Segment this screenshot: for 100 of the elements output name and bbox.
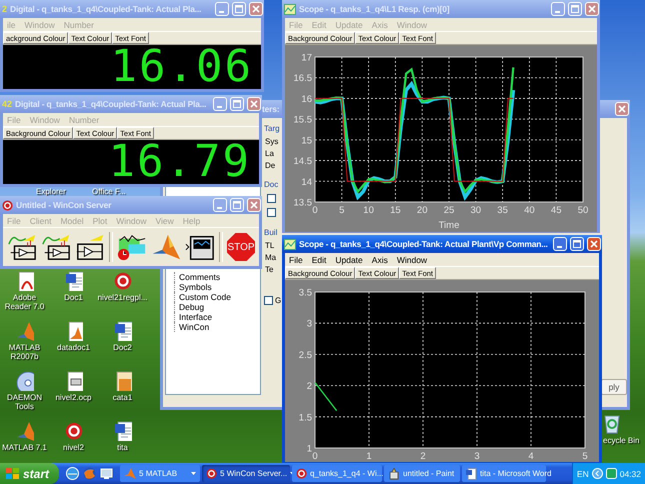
minimize-button[interactable] bbox=[215, 2, 229, 16]
app-icon: 2 bbox=[2, 4, 8, 14]
paint-jar-icon bbox=[388, 468, 400, 480]
desktop-icon-label: Doc2 bbox=[113, 343, 132, 352]
apply-button[interactable]: ply bbox=[601, 379, 627, 395]
desktop-icon-label: tita bbox=[117, 443, 128, 452]
axis-tick-label: 0 bbox=[312, 451, 318, 462]
minimize-button[interactable] bbox=[213, 97, 227, 111]
axis-tick-label: 16 bbox=[301, 94, 312, 105]
axis-tick-label: 45 bbox=[550, 205, 562, 216]
document-icon bbox=[466, 468, 478, 480]
window-title: Scope - q_tanks_1_q4\L1 Resp. (cm)[0] bbox=[299, 4, 450, 14]
window-title: Digital - q_tanks_1_q4\Coupled-Tank: Actual Pla... bbox=[10, 4, 202, 14]
axis-tick-label: 15 bbox=[390, 205, 401, 216]
close-button[interactable] bbox=[615, 102, 629, 116]
checkbox[interactable] bbox=[267, 194, 276, 203]
close-button[interactable] bbox=[247, 198, 261, 212]
axis-tick-label: 10 bbox=[363, 205, 374, 216]
close-icon bbox=[588, 5, 596, 13]
stop-button[interactable]: STOP bbox=[227, 233, 255, 261]
graph-amplifier-icon[interactable] bbox=[41, 232, 71, 262]
axis-tick-label: 17 bbox=[301, 52, 312, 64]
document-icon[interactable] bbox=[114, 421, 132, 441]
digital-readout: 16.79 bbox=[108, 140, 251, 184]
axis-tick-label: 15 bbox=[301, 135, 312, 146]
amplifier-icon[interactable] bbox=[75, 232, 105, 262]
desktop-icon-label: MATLAB 7.1 bbox=[2, 443, 47, 452]
close-button[interactable] bbox=[249, 2, 263, 16]
tree-item[interactable]: Symbols bbox=[174, 282, 212, 292]
close-button[interactable] bbox=[247, 97, 261, 111]
taskbar-button[interactable]: 5 MATLAB bbox=[120, 465, 200, 482]
close-icon bbox=[590, 240, 598, 248]
flag-icon bbox=[6, 468, 19, 480]
axis-tick-label: 20 bbox=[416, 205, 428, 216]
document-icon[interactable] bbox=[114, 321, 132, 341]
group-heading: Targ bbox=[264, 123, 280, 135]
checkbox[interactable] bbox=[267, 208, 276, 217]
maximize-button[interactable] bbox=[568, 2, 582, 16]
menu-item[interactable]: Axis bbox=[372, 254, 388, 264]
graph-amplifier-icon[interactable] bbox=[7, 232, 37, 262]
field-label: La bbox=[264, 148, 274, 159]
maximize-icon bbox=[233, 100, 241, 108]
tree-item[interactable]: Comments bbox=[174, 272, 220, 282]
window-title: Digital - q_tanks_1_q4\Coupled-Tank: Actual Pla... bbox=[15, 99, 208, 109]
document-icon[interactable] bbox=[64, 271, 82, 291]
pdf-document-icon[interactable] bbox=[16, 271, 34, 291]
file-icon[interactable] bbox=[64, 371, 82, 391]
field-label: Ma bbox=[264, 252, 276, 263]
image-file-icon[interactable] bbox=[114, 371, 132, 391]
axis-tick-label: 2 bbox=[420, 451, 426, 462]
maximize-button[interactable] bbox=[570, 237, 584, 251]
close-icon bbox=[250, 100, 258, 108]
globe-icon[interactable] bbox=[66, 467, 80, 480]
tree-item[interactable]: WinCon bbox=[174, 322, 210, 332]
menu-item[interactable]: File bbox=[289, 254, 303, 264]
taskbar-button[interactable]: q_tanks_1_q4 - Wi... bbox=[292, 465, 382, 482]
desktop-icon-label: DAEMON Tools bbox=[6, 393, 44, 411]
tray-app-icon[interactable] bbox=[606, 468, 617, 479]
taskbar-button[interactable]: 5 WinCon Server... bbox=[202, 465, 290, 482]
checkbox[interactable] bbox=[264, 296, 273, 305]
axis-tick-label: 1 bbox=[306, 444, 312, 454]
desktop-icon-label: Doc1 bbox=[64, 293, 83, 302]
tree-item[interactable]: Debug bbox=[174, 302, 204, 312]
tree-item[interactable]: Interface bbox=[174, 312, 212, 322]
menu-item[interactable]: Window bbox=[396, 254, 428, 264]
ring-icon[interactable] bbox=[64, 421, 82, 441]
start-button[interactable]: start bbox=[0, 463, 60, 484]
axis-tick-label: 15.5 bbox=[294, 114, 312, 126]
close-icon bbox=[252, 5, 260, 13]
group-heading: Buil bbox=[264, 227, 278, 239]
desktop-icon-label: ecycle Bin bbox=[603, 436, 640, 445]
checkbox-label: G bbox=[275, 296, 282, 305]
desktop-icon[interactable] bbox=[100, 467, 114, 480]
app-icon: 42 bbox=[2, 99, 12, 109]
minimize-button[interactable] bbox=[551, 2, 565, 16]
ring-icon bbox=[296, 468, 308, 479]
taskbar-button[interactable]: untitled - Paint bbox=[384, 465, 460, 482]
axis-tick-label: 16.5 bbox=[294, 73, 312, 84]
task-label: 5 MATLAB bbox=[139, 469, 178, 478]
menu-item[interactable]: Edit bbox=[312, 254, 326, 264]
axis-tick-label: 25 bbox=[444, 205, 454, 216]
desktop-icon-label: cata1 bbox=[112, 393, 132, 402]
window-title: Scope - q_tanks_1_q4\Coupled-Tank: Actual Plant\Vp Comman... bbox=[299, 239, 549, 249]
menu-item[interactable]: Update bbox=[335, 254, 363, 264]
minimize-button[interactable] bbox=[553, 237, 567, 251]
maximize-button[interactable] bbox=[232, 2, 246, 16]
close-button[interactable] bbox=[587, 237, 601, 251]
tree-item[interactable]: Custom Code bbox=[174, 292, 231, 302]
axis-tick-label: 3 bbox=[474, 451, 480, 462]
maximize-icon bbox=[571, 5, 579, 13]
ring-icon[interactable] bbox=[114, 271, 132, 291]
maximize-button[interactable] bbox=[230, 198, 244, 212]
axis-tick-label: 5 bbox=[582, 451, 588, 462]
minimize-button[interactable] bbox=[213, 198, 227, 212]
window-title: Untitled - WinCon Server bbox=[16, 200, 112, 210]
maximize-button[interactable] bbox=[230, 97, 244, 111]
close-button[interactable] bbox=[585, 2, 599, 16]
axis-tick-label: 35 bbox=[497, 205, 508, 216]
peak-surface-icon[interactable] bbox=[151, 232, 181, 262]
digital-readout: 16.06 bbox=[110, 45, 253, 89]
